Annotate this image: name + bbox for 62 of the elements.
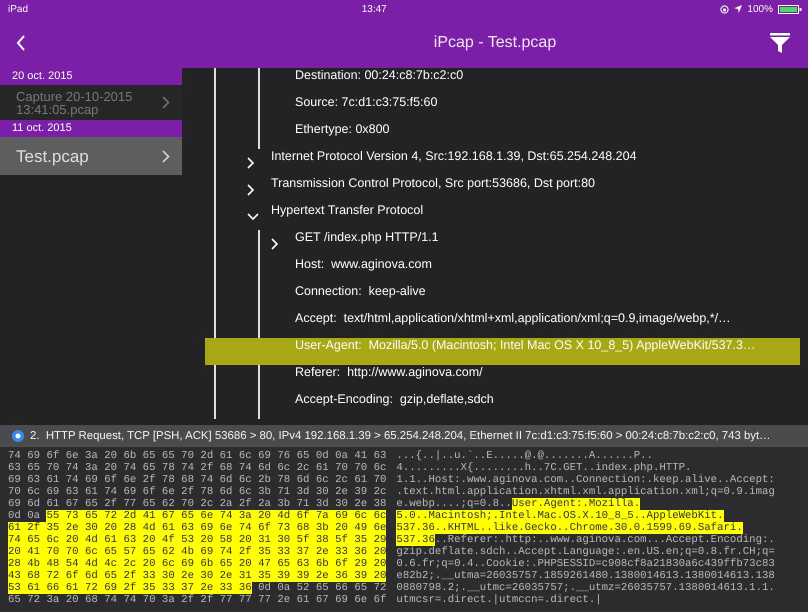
chevron-right-icon [162,150,170,162]
ascii-text: 4.........X{........h..7C.GET..index.php.HTTP. [396,462,692,474]
tree-row[interactable]: Referer: http://www.aginova.com/ [271,365,808,392]
tree-row[interactable]: Transmission Control Protocol, Src port:53686, Dst port:80 [247,176,808,203]
back-chevron-icon[interactable] [16,35,26,51]
tree-row[interactable]: Ethertype: 0x800 [271,122,808,149]
hex-bytes: 61 2f 35 2e 30 20 28 4d 61 63 69 6e 74 6f 73 68 3b 20 49 6e [8,522,386,534]
hex-bytes: 20 41 70 70 6c 65 57 65 62 4b 69 74 2f 35 33 37 2e 33 36 20 [8,546,386,558]
ascii-text: 5.0..Macintosh;.Intel.Mac.OS.X.10_8_5..AppleWebKit. [396,510,724,522]
chevron-down-icon[interactable] [247,212,259,220]
hex-bytes: 53 61 66 61 72 69 2f 35 33 37 2e 33 36 [8,582,252,594]
clock-time: 13:47 [362,4,387,14]
hex-bytes: 69 6d 61 67 65 2f 77 65 62 70 2c 2a 2f 2a 3b 71 3d 30 2e 38 [8,498,386,510]
hex-bytes: 43 68 72 6f 6d 65 2f 33 30 2e 30 2e 31 35 39 39 2e 36 39 20 [8,570,386,582]
hex-bytes: 28 4b 48 54 4d 4c 2c 20 6c 69 6b 65 20 47 65 63 6b 6f 29 20 [8,558,386,570]
tree-row[interactable]: Connection: keep-alive [271,284,808,311]
tree-row[interactable]: Destination: 00:24:c8:7b:c2:c0 [271,68,808,95]
hex-bytes: 69 63 61 74 69 6f 6e 2f 78 68 74 6d 6c 2b 78 6d 6c 2c 61 70 [8,474,386,486]
ascii-text: ..Referer:.http:..www.aginova.com...Accept.Encoding:. [434,534,775,546]
device-name: iPad [8,4,28,14]
tree-row[interactable]: Accept-Encoding: gzip,deflate,sdch [271,392,808,419]
window-title: iPcap - Test.pcap [434,34,556,52]
ascii-text: 0.6.fr;q=0.4..Cookie:.PHPSESSID=c908cf8a21830a6c439ffb73c83 [396,558,775,570]
tree-row[interactable]: GET /index.php HTTP/1.1 [271,230,808,257]
hex-bytes: 63 65 70 74 3a 20 74 65 78 74 2f 68 74 6d 6c 2c 61 70 70 6c [8,462,386,474]
ascii-text: ...{..|..u.`..E.....@.@.......A......P.. [396,450,653,462]
chevron-right-icon [162,96,170,109]
hex-bytes: 65 72 3a 20 68 74 74 70 3a 2f 2f 77 77 77 2e 61 67 69 6e 6f [8,594,386,606]
chevron-right-icon[interactable] [271,238,279,250]
hex-bytes: 74 69 6f 6e 3a 20 6b 65 65 70 2d 61 6c 69 76 65 0d 0a 41 63 [8,450,386,462]
tree-row[interactable]: Internet Protocol Version 4, Src:192.168.1.39, Dst:65.254.248.204 [247,149,808,176]
tree-row[interactable]: Source: 7c:d1:c3:75:f5:60 [271,95,808,122]
ascii-text: 0880798.2;.__utmc=26035757;.__utmz=26035757.1380014613.1.1. [396,582,775,594]
ascii-text: utmcsr=.direct.|utmccn=.direct.| [396,594,602,606]
ascii-text: 1.1..Host:.www.aginova.com..Connection:.keep.alive..Accept: [396,474,775,486]
packet-summary: 2. HTTP Request, TCP [PSH, ACK] 53686 > 80, IPv4 192.168.1.39 > 65.254.248.204, Ethernet II 7c:d1:c3:75:f5:60 > 00:24:c8:7b:c2:c0, 743 byt… [30,430,771,442]
ascii-text: User.Agent:.Mozilla. [512,498,640,510]
chevron-right-icon[interactable] [247,184,255,196]
battery-icon [778,4,802,14]
ascii-text: 537.36..KHTML..like.Gecko..Chrome.30.0.1599.69.Safari. [396,522,743,534]
ascii-text: e.webp....;q=0.8.. [396,498,512,510]
radio-dot-icon [12,430,24,442]
date-header: 11 oct. 2015 [0,120,182,137]
hex-bytes: 74 65 6c 20 4d 61 63 20 4f 53 20 58 20 31 30 5f 38 5f 35 29 [8,534,386,546]
rotation-lock-icon [720,4,730,14]
tree-row[interactable]: Host: www.aginova.com [271,257,808,284]
hex-bytes: 70 6c 69 63 61 74 69 6f 6e 2f 78 6d 6c 3b 71 3d 30 2e 39 2c [8,486,386,498]
capture-item[interactable]: Test.pcap [0,137,182,175]
tree-row[interactable]: Accept: text/html,application/xhtml+xml,application/xml;q=0.9,image/webp,*/… [271,311,808,338]
tree-row[interactable]: Hypertext Transfer Protocol [247,203,808,230]
battery-percentage: 100% [747,4,773,14]
location-arrow-icon [734,5,742,13]
date-header: 20 oct. 2015 [0,68,182,85]
ascii-text: e82b2;.__utma=26035757.1859261480.1380014613.1380014613.138 [396,570,775,582]
ascii-text: .text.html.application.xhtml.xml.application.xml;q=0.9.imag [396,486,775,498]
hex-bytes: 55 73 65 72 2d 41 67 65 6e 74 3a 20 4d 6f 7a 69 6c 6c [46,510,386,522]
chevron-right-icon[interactable] [247,156,255,168]
hex-bytes: 0d 0a 52 65 66 65 72 [258,582,386,594]
hex-bytes: 0d 0a [8,510,40,522]
ascii-text: gzip.deflate.sdch..Accept.Language:.en.US.en;q=0.8.fr.CH;q= [396,546,775,558]
filter-icon[interactable] [770,33,790,53]
ascii-text: 537.36 [396,534,435,546]
